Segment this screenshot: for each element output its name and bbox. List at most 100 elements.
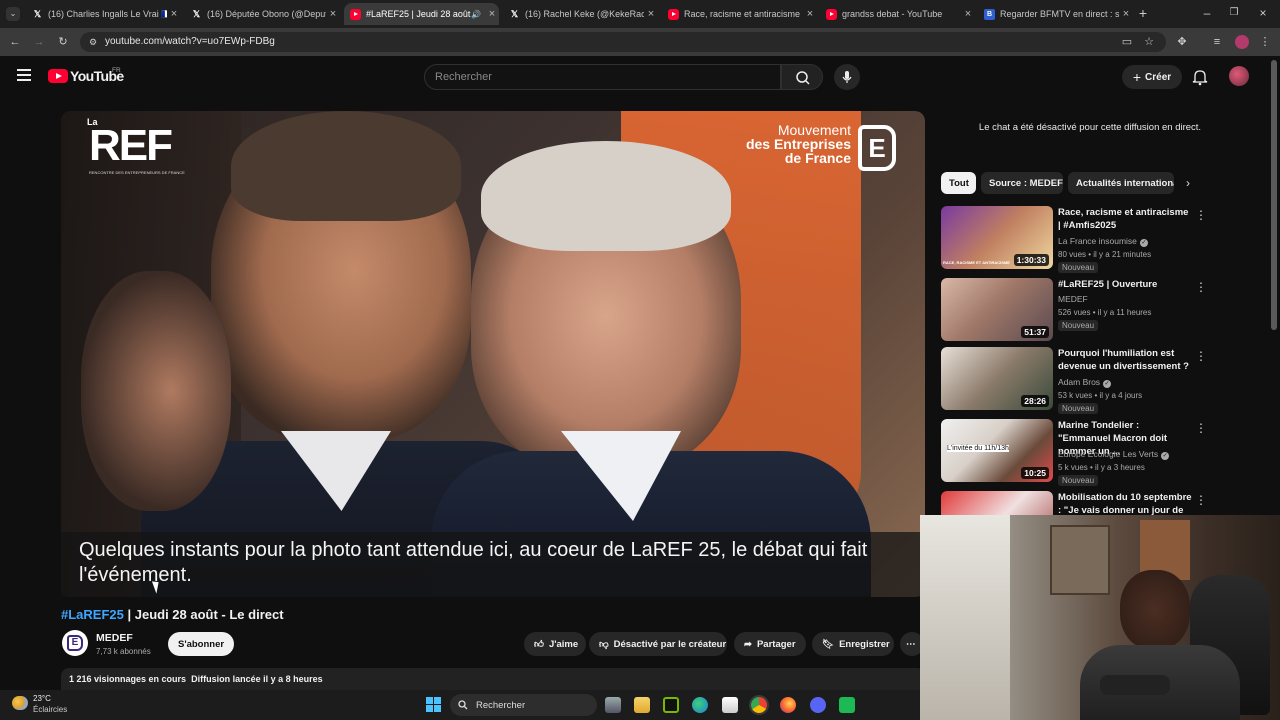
file-explorer-icon[interactable] bbox=[634, 697, 650, 713]
recommendation-item[interactable]: 28:26 Pourquoi l'humiliation est devenue… bbox=[941, 347, 1211, 414]
recommendation-item[interactable]: L'invitée du 11h/13h 10:25 Marine Tondel… bbox=[941, 419, 1211, 486]
browser-tab-1[interactable]: 𝕏 (16) Députée Obono (@Depute × bbox=[185, 3, 340, 25]
account-avatar[interactable] bbox=[1229, 66, 1249, 86]
tab-close-icon[interactable]: × bbox=[803, 8, 817, 20]
recommendation-channel[interactable]: Europe Écologie Les Verts ✓ bbox=[1058, 449, 1170, 460]
windows-start-icon[interactable] bbox=[426, 697, 442, 713]
profile-avatar[interactable] bbox=[1235, 35, 1249, 49]
subscribe-button[interactable]: S'abonner bbox=[168, 632, 235, 656]
reload-icon[interactable]: ↻ bbox=[56, 35, 70, 49]
browser-tab-5[interactable]: grandss debat - YouTube × bbox=[820, 3, 975, 25]
task-view-icon[interactable] bbox=[605, 697, 621, 713]
url-text[interactable]: youtube.com/watch?v=uo7EWp-FDBg bbox=[105, 36, 275, 47]
more-vertical-icon[interactable]: ⋮ bbox=[1195, 421, 1207, 435]
chrome-icon[interactable] bbox=[751, 697, 767, 713]
more-vertical-icon[interactable]: ⋮ bbox=[1195, 493, 1207, 507]
recommendation-thumbnail[interactable]: 28:26 bbox=[941, 347, 1053, 410]
share-button[interactable]: ➦ Partager bbox=[734, 632, 806, 656]
x-icon: 𝕏 bbox=[192, 8, 201, 19]
extensions-icon[interactable]: ✥ bbox=[1175, 35, 1189, 49]
browser-tab-3[interactable]: 𝕏 (16) Rachel Keke (@KekeRachel× bbox=[503, 3, 658, 25]
search-input[interactable]: Rechercher bbox=[424, 64, 781, 90]
minimize-button[interactable]: – bbox=[1200, 6, 1214, 20]
dislike-button[interactable]: 👎︎ Désactivé par le créateur bbox=[589, 632, 727, 656]
recommendation-thumbnail[interactable]: L'invitée du 11h/13h 10:25 bbox=[941, 419, 1053, 482]
browser-tab-0[interactable]: 𝕏 (16) Charlies Ingalls Le Vrai 🇫🇷 🇫× bbox=[26, 3, 181, 25]
channel-avatar[interactable]: E bbox=[62, 630, 88, 656]
video-title-hashtag[interactable]: #LaREF25 bbox=[61, 607, 124, 622]
tab-close-icon[interactable]: × bbox=[167, 8, 181, 20]
weather-description[interactable]: Éclaircies bbox=[33, 705, 67, 714]
like-button[interactable]: 👍︎ J'aime bbox=[524, 632, 586, 656]
video-player[interactable]: La REF RENCONTRE DES ENTREPRENEURS DE FR… bbox=[61, 111, 925, 597]
recommendation-meta: 5 k vues • il y a 3 heures bbox=[1058, 463, 1145, 472]
taskbar-search[interactable]: Rechercher bbox=[450, 694, 597, 716]
forward-arrow-icon[interactable]: → bbox=[32, 35, 46, 49]
edge-browser-icon[interactable] bbox=[692, 697, 708, 713]
video-duration: 10:25 bbox=[1021, 467, 1049, 479]
tab-search-dropdown-icon[interactable]: ⌄ bbox=[6, 7, 20, 21]
more-vertical-icon[interactable]: ⋮ bbox=[1195, 280, 1207, 294]
recommendation-item[interactable]: RACE, RACISME ET ANTIRACISME 1:30:33 Rac… bbox=[941, 206, 1211, 273]
recommendation-item[interactable]: 51:37 #LaREF25 | Ouverture MEDEF 526 vue… bbox=[941, 278, 1211, 344]
more-vertical-icon[interactable]: ⋮ bbox=[1195, 208, 1207, 222]
recommendation-channel[interactable]: MEDEF bbox=[1058, 294, 1088, 304]
video-duration: 28:26 bbox=[1021, 395, 1049, 407]
notifications-bell-icon[interactable] bbox=[1192, 68, 1208, 91]
search-button[interactable] bbox=[781, 64, 823, 90]
new-tab-button[interactable]: + bbox=[1136, 6, 1150, 20]
recommendation-thumbnail[interactable]: RACE, RACISME ET ANTIRACISME 1:30:33 bbox=[941, 206, 1053, 269]
install-app-icon[interactable]: ▭ bbox=[1120, 35, 1134, 49]
weather-icon[interactable] bbox=[12, 696, 28, 710]
video-person-left-hair bbox=[231, 111, 461, 221]
chips-next-chevron-icon[interactable]: › bbox=[1186, 176, 1190, 190]
chip-source-medef[interactable]: Source : MEDEF bbox=[981, 172, 1063, 194]
chip-all[interactable]: Tout bbox=[941, 172, 976, 194]
tab-close-icon[interactable]: × bbox=[961, 8, 975, 20]
recommendation-channel[interactable]: La France insoumise ✓ bbox=[1058, 236, 1148, 247]
new-badge: Nouveau bbox=[1058, 403, 1099, 414]
more-vertical-icon[interactable]: ⋮ bbox=[1195, 349, 1207, 363]
discord-icon[interactable] bbox=[810, 697, 826, 713]
recommendation-title[interactable]: Race, racisme et antiracisme | #Amfis202… bbox=[1058, 206, 1193, 232]
restore-button[interactable]: ❐ bbox=[1227, 6, 1241, 20]
app-icon[interactable] bbox=[839, 697, 855, 713]
hamburger-menu-icon[interactable] bbox=[17, 69, 31, 81]
tab-close-icon[interactable]: × bbox=[326, 8, 340, 20]
browser-tab-2[interactable]: #LaREF25 | Jeudi 28 août - 🔊 × bbox=[344, 3, 499, 25]
tab-close-icon[interactable]: × bbox=[1119, 8, 1133, 20]
site-info-icon[interactable]: ⚙ bbox=[86, 35, 100, 49]
youtube-icon bbox=[350, 8, 361, 20]
create-button[interactable]: + Créer bbox=[1122, 65, 1182, 89]
recommendation-title[interactable]: Pourquoi l'humiliation est devenue un di… bbox=[1058, 347, 1193, 373]
channel-name[interactable]: MEDEF bbox=[96, 632, 133, 644]
save-button[interactable]: 🔖︎ Enregistrer bbox=[812, 632, 894, 656]
weather-temperature[interactable]: 23°C bbox=[33, 694, 51, 703]
new-badge: Nouveau bbox=[1058, 320, 1099, 331]
nvidia-icon[interactable] bbox=[663, 697, 679, 713]
firefox-icon[interactable] bbox=[780, 697, 796, 713]
microsoft-store-icon[interactable] bbox=[722, 697, 738, 713]
browser-tab-6[interactable]: B Regarder BFMTV en direct : sui × bbox=[978, 3, 1133, 25]
bookmark-star-icon[interactable]: ☆ bbox=[1142, 35, 1156, 49]
youtube-logo-icon[interactable] bbox=[48, 69, 68, 83]
voice-search-button[interactable] bbox=[834, 64, 860, 90]
browser-tab-4[interactable]: Race, racisme et antiracisme | # × bbox=[662, 3, 817, 25]
tab-title: Regarder BFMTV en direct : sui bbox=[1000, 9, 1119, 19]
tab-close-icon[interactable]: × bbox=[644, 8, 658, 20]
recommendation-title[interactable]: #LaREF25 | Ouverture bbox=[1058, 278, 1193, 291]
medef-video-logo: Mouvement des Entreprises de France bbox=[701, 123, 851, 165]
browser-menu-icon[interactable]: ⋮ bbox=[1258, 35, 1272, 49]
medef-e-logo-icon: E bbox=[858, 125, 896, 171]
back-arrow-icon[interactable]: ← bbox=[8, 35, 22, 49]
audio-playing-icon[interactable]: 🔊 bbox=[471, 10, 481, 19]
reading-list-icon[interactable]: ≡ bbox=[1210, 35, 1224, 49]
tab-title: Race, racisme et antiracisme | # bbox=[684, 9, 803, 19]
more-horizontal-icon: ⋯ bbox=[906, 638, 916, 650]
chip-international-news[interactable]: Actualités internationales bbox=[1068, 172, 1174, 194]
tab-close-icon[interactable]: × bbox=[485, 8, 499, 20]
page-scrollbar[interactable] bbox=[1271, 60, 1277, 330]
recommendation-thumbnail[interactable]: 51:37 bbox=[941, 278, 1053, 341]
recommendation-channel[interactable]: Adam Bros ✓ bbox=[1058, 377, 1112, 388]
close-window-button[interactable]: × bbox=[1256, 6, 1270, 20]
